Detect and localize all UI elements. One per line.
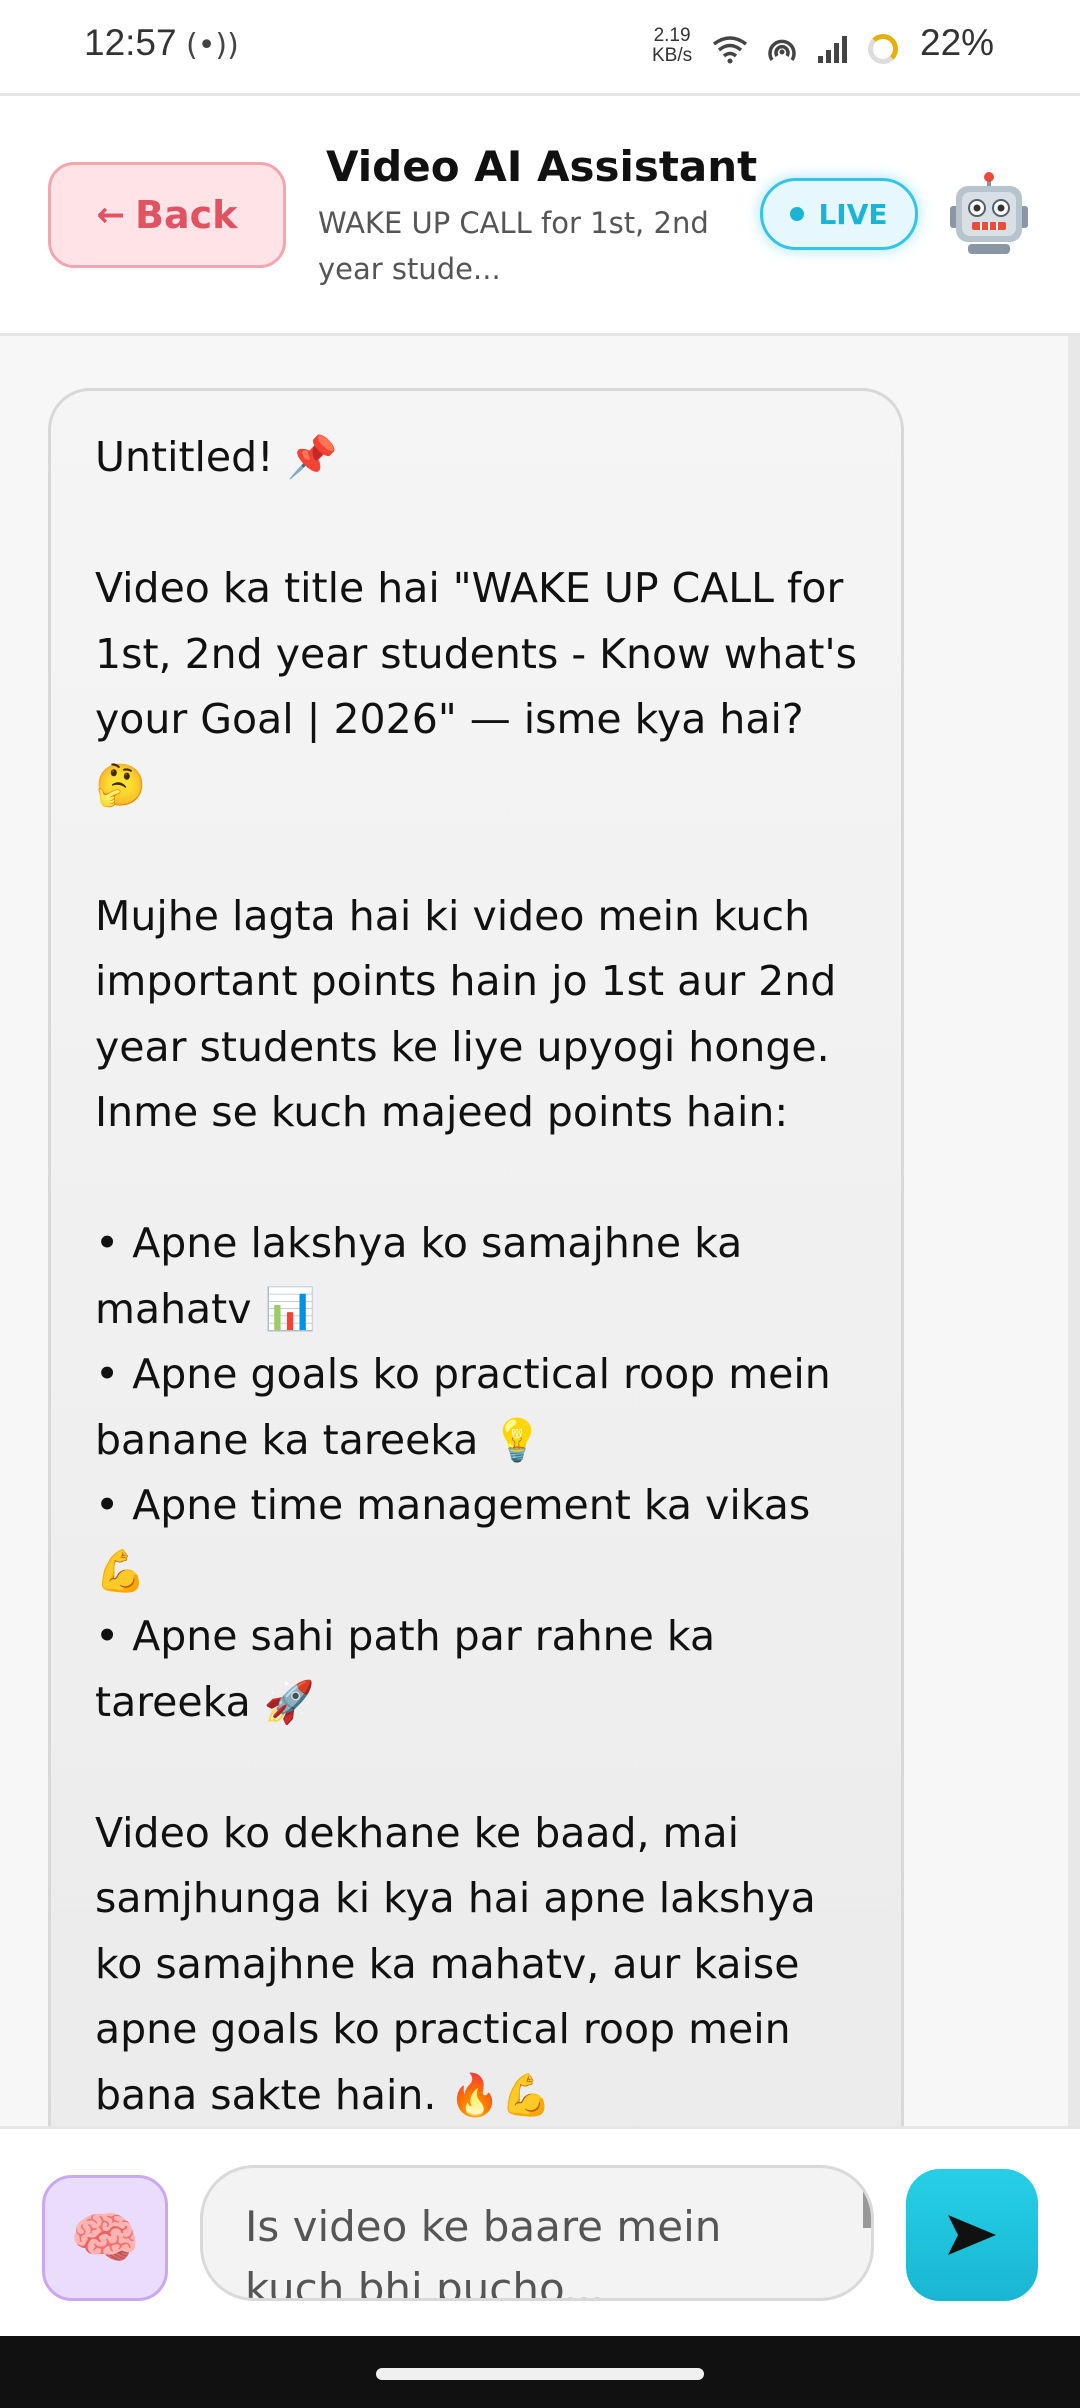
live-dot-icon	[790, 207, 805, 221]
status-icons	[712, 26, 898, 72]
message-line: • Apne lakshya ko samajhne ka	[95, 1219, 743, 1267]
input-scrollbar[interactable]	[863, 2168, 871, 2228]
video-subtitle: WAKE UP CALL for 1st, 2nd year stude...	[318, 206, 709, 286]
message-line: ko samajhne ka mahatv, aur kaise	[95, 1939, 800, 1988]
send-icon	[948, 2215, 996, 2255]
message-line	[95, 1735, 859, 1801]
message-line: • Apne goals ko practical roop mein	[95, 1350, 831, 1398]
network-speed-unit: KB/s	[652, 45, 693, 66]
radio-icon: (•))	[186, 28, 239, 63]
message-line: Video ko dekhane ke baad, mai	[95, 1808, 740, 1857]
message-line: apne goals ko practical roop mein	[95, 2005, 791, 2053]
message-line: Untitled! 📌	[95, 433, 338, 481]
network-speed-value: 2.19	[653, 25, 691, 46]
back-button[interactable]: ← Back	[48, 162, 286, 268]
message-line: samjhunga ki kya hai apne lakshya	[95, 1874, 816, 1922]
message-line: Inme se kuch majeed points hain:	[95, 1088, 789, 1136]
brain-icon: 🧠	[70, 2206, 140, 2271]
message-line: your Goal | 2026" — isme kya hai? 🤔	[95, 695, 817, 809]
message-input[interactable]: Is video ke baare mein kuch bhi pucho...	[200, 2165, 874, 2301]
input-bar: 🧠 Is video ke baare mein kuch bhi pucho.…	[0, 2126, 1080, 2336]
robot-icon	[950, 172, 1028, 254]
network-speed: 2.19 KB/s	[652, 26, 692, 66]
message-line: year students ke liye upyogi honge.	[95, 1022, 830, 1071]
message-line: mahatv 📊	[95, 1284, 316, 1333]
message-line: banane ka tareeka 💡	[95, 1415, 543, 1464]
message-line: tareeka 🚀	[95, 1677, 315, 1726]
message-input-placeholder: Is video ke baare mein kuch bhi pucho...	[245, 2202, 722, 2301]
battery-ring-icon	[868, 34, 898, 64]
hotspot-icon	[768, 39, 796, 61]
message-line: bana sakte hain. 🔥💪	[95, 2070, 552, 2119]
back-arrow-icon: ←	[96, 195, 126, 235]
message-line	[95, 818, 859, 884]
message-text: Untitled! 📌 Video ka title hai "WAKE UP C…	[95, 425, 859, 2126]
back-label: Back	[135, 193, 238, 237]
chat-scrollbar[interactable]	[1068, 336, 1080, 2126]
status-time: 12:57	[84, 22, 177, 63]
message-line: • Apne time management ka vikas	[95, 1481, 811, 1529]
message-line: important points hain jo 1st aur 2nd	[95, 957, 837, 1005]
message-line: • Apne sahi path par rahne ka	[95, 1612, 716, 1660]
message-line: Mujhe lagta hai ki video mein kuch	[95, 891, 811, 940]
system-nav-bar	[0, 2336, 1080, 2408]
brain-button[interactable]: 🧠	[42, 2175, 168, 2301]
message-line: 💪	[95, 1546, 147, 1595]
message-line	[95, 491, 859, 557]
battery-percent: 22%	[920, 22, 995, 63]
status-bar: 12:57 (•)) 2.19 KB/s 22%	[0, 0, 1080, 96]
send-button[interactable]	[906, 2169, 1038, 2301]
page-title: Video AI Assistant	[326, 142, 758, 191]
live-label: LIVE	[818, 197, 888, 231]
live-badge: LIVE	[760, 178, 918, 250]
message-line: 1st, 2nd year students - Know what's	[95, 629, 858, 678]
app-header: ← Back Video AI Assistant WAKE UP CALL f…	[0, 96, 1080, 336]
assistant-message-bubble: Untitled! 📌 Video ka title hai "WAKE UP C…	[48, 388, 904, 2126]
message-line: Video ka title hai "WAKE UP CALL for	[95, 564, 844, 612]
home-gesture-handle[interactable]	[376, 2368, 704, 2380]
message-line	[95, 1146, 859, 1212]
chat-area[interactable]: Untitled! 📌 Video ka title hai "WAKE UP C…	[0, 336, 1080, 2126]
signal-icon	[818, 36, 847, 63]
wifi-icon	[712, 36, 748, 64]
